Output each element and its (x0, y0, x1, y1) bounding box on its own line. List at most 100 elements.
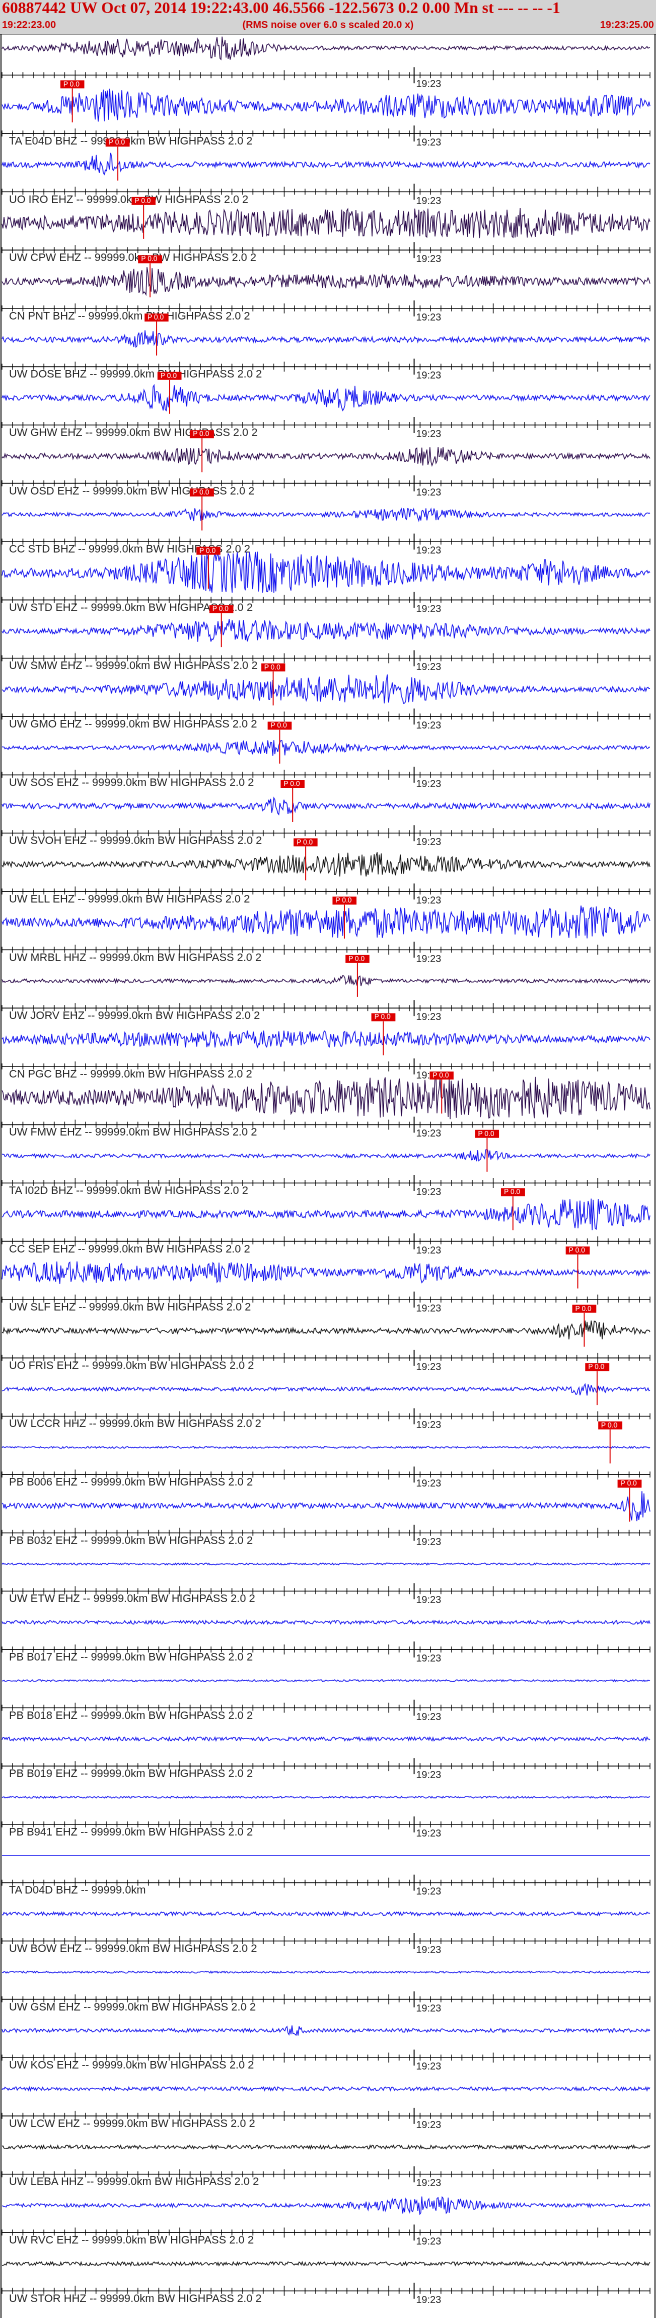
minute-label: 19:23 (416, 1828, 441, 1839)
pick-label: P 0.0 (109, 140, 125, 147)
waveform (1, 1562, 651, 1566)
minute-label: 19:23 (416, 1245, 441, 1256)
pick-label: P 0.0 (148, 315, 164, 322)
trace: 19:23 UW GMO EHZ -- 99999.0km BW HIGHPASS… (1, 663, 651, 732)
waveform (1, 330, 651, 348)
station-label: UW LCCR HHZ -- 99999.0km BW HIGHPASS 2.0… (9, 1418, 261, 1430)
waveform (1, 2085, 651, 2092)
trace: 19:23 PB B018 EHZ -- 99999.0km BW HIGHPAS… (1, 1678, 651, 1723)
station-label: PB B019 EHZ -- 99999.0km BW HIGHPASS 2.0… (9, 1768, 253, 1780)
minute-label: 19:23 (416, 895, 441, 906)
waveform (1, 905, 651, 939)
minute-label: 19:23 (416, 1129, 441, 1140)
trace: 19:23 UW MRBL HHZ -- 99999.0km BW HIGHPAS… (1, 896, 651, 965)
waveform (1, 1149, 651, 1162)
station-label: TA I02D BHZ -- 99999.0km BW HIGHPASS 2.0… (9, 1185, 248, 1197)
trace: 19:23 UW ETW EHZ -- 99999.0km BW HIGHPASS… (1, 1562, 651, 1606)
waveform (1, 267, 651, 297)
waveform (1, 1382, 651, 1396)
trace: 19:23 UW DOSE BHZ -- 99999.0km BW HIGHPAS… (1, 313, 651, 382)
trace: 19:23 UW JORV EHZ -- 99999.0km BW HIGHPAS… (1, 954, 651, 1023)
minute-label: 19:23 (416, 79, 441, 90)
waveform (1, 1619, 651, 1626)
waveform (1, 1735, 651, 1743)
station-label: UW LCW EHZ -- 99999.0km BW HIGHPASS 2.0 … (9, 2118, 255, 2130)
trace: 19:23 UW STOR HHZ -- 99999.0km BW HIGHPAS… (1, 2260, 651, 2306)
station-label: CN PGC BHZ -- 99999.0km BW HIGHPASS 2.0 … (9, 1068, 252, 1080)
station-label: UW FMW EHZ -- 99999.0km BW HIGHPASS 2.0 … (9, 1127, 257, 1139)
minute-label: 19:23 (416, 487, 441, 498)
minute-label: 19:23 (416, 1595, 441, 1606)
minute-label: 19:23 (416, 954, 441, 965)
minute-label: 19:23 (416, 1187, 441, 1198)
waveform (1, 1075, 651, 1120)
waveform (1, 1445, 651, 1449)
station-label: UW SVOH EHZ -- 99999.0km BW HIGHPASS 2.0… (9, 835, 262, 847)
station-label: CC SEP EHZ -- 99999.0km BW HIGHPASS 2.0 … (9, 1243, 250, 1255)
pick-label: P 0.0 (271, 723, 287, 730)
pick-label: P 0.0 (193, 431, 209, 438)
waveform (1, 507, 651, 523)
minute-label: 19:23 (416, 1420, 441, 1431)
trace: 19:23 PB B019 EHZ -- 99999.0km BW HIGHPAS… (1, 1735, 651, 1781)
minute-label: 19:23 (416, 1887, 441, 1898)
trace: 19:23 UW GHW EHZ -- 99999.0km BW HIGHPASS… (1, 371, 651, 440)
minute-label: 19:23 (416, 137, 441, 148)
waveform (1, 619, 651, 642)
minute-label: 19:23 (416, 2295, 441, 2306)
station-label: UW SOS EHZ -- 99999.0km BW HIGHPASS 2.0 … (9, 777, 254, 789)
minute-label: 19:23 (416, 1012, 441, 1023)
station-label: PB B017 EHZ -- 99999.0km BW HIGHPASS 2.0… (9, 1651, 253, 1663)
waveform (1, 36, 651, 61)
trace: 19:23 CN PGC BHZ -- 99999.0km BW HIGHPASS… (1, 1013, 651, 1081)
minute-label: 19:23 (416, 429, 441, 440)
trace: 19:23 UW SOS EHZ -- 99999.0km BW HIGHPASS… (1, 721, 651, 790)
minute-label: 19:23 (416, 2062, 441, 2073)
station-label: PB B006 EHZ -- 99999.0km BW HIGHPASS 2.0… (9, 1477, 253, 1489)
station-label: UW BOW EHZ -- 99999.0km BW HIGHPASS 2.0 … (9, 1943, 257, 1955)
waveform (1, 2144, 651, 2151)
trace: 19:23 (1, 36, 651, 90)
waveform (1, 1261, 651, 1284)
waveform (1, 447, 651, 467)
minute-label: 19:23 (416, 1712, 441, 1723)
trace: 19:23 UW SVOH EHZ -- 99999.0km BW HIGHPAS… (1, 780, 651, 848)
minute-label: 19:23 (416, 837, 441, 848)
waveform (1, 551, 651, 593)
seismogram-plot: 19:23 19:23 TA E04D BHZ -- 99999.0km BW HI… (0, 34, 656, 2318)
pick-label: P 0.0 (374, 1014, 390, 1021)
waveform (1, 2025, 651, 2036)
station-label: CN PNT BHZ -- 99999.0km BW HIGHPASS 2.0 … (9, 310, 250, 322)
station-label: TA D04D BHZ -- 99999.0km (9, 1885, 146, 1897)
trace: 19:23 TA D04D BHZ -- 99999.0km (1, 1855, 651, 1898)
trace: 19:23 UW ELL EHZ -- 99999.0km BW HIGHPASS… (1, 838, 651, 906)
waveform (1, 674, 651, 705)
minute-label: 19:23 (416, 2237, 441, 2248)
station-label: UW LEBA HHZ -- 99999.0km BW HIGHPASS 2.0… (9, 2176, 259, 2188)
pick-label: P 0.0 (504, 1189, 520, 1196)
pick-label: P 0.0 (478, 1131, 494, 1138)
trace: 19:23 UO FRIS EHZ -- 99999.0km BW HIGHPAS… (1, 1304, 651, 1373)
pick-label: P 0.0 (348, 956, 364, 963)
station-label: UW OSD EHZ -- 99999.0km BW HIGHPASS 2.0 … (9, 485, 255, 497)
minute-label: 19:23 (416, 1479, 441, 1490)
pick-label: P 0.0 (141, 256, 157, 263)
minute-label: 19:23 (416, 2178, 441, 2189)
trace: 19:23 PB B032 EHZ -- 99999.0km BW HIGHPAS… (1, 1479, 651, 1548)
minute-label: 19:23 (416, 721, 441, 732)
pick-label: P 0.0 (264, 664, 280, 671)
station-label: UW JORV EHZ -- 99999.0km BW HIGHPASS 2.0… (9, 1010, 260, 1022)
station-label: UO FRIS EHZ -- 99999.0km BW HIGHPASS 2.0… (9, 1360, 254, 1372)
station-label: PB B941 EHZ -- 99999.0km BW HIGHPASS 2.0… (9, 1826, 253, 1838)
waveform (1, 383, 651, 412)
trace: 19:23 UW LCCR HHZ -- 99999.0km BW HIGHPAS… (1, 1363, 651, 1431)
trace: 19:23 CN PNT BHZ -- 99999.0km BW HIGHPASS… (1, 255, 651, 323)
waveform (1, 1320, 651, 1340)
minute-label: 19:23 (416, 779, 441, 790)
station-label: UW STOR HHZ -- 99999.0km BW HIGHPASS 2.0… (9, 2293, 262, 2305)
minute-label: 19:23 (416, 254, 441, 265)
minute-label: 19:23 (416, 1945, 441, 1956)
minute-label: 19:23 (416, 1770, 441, 1781)
waveform (1, 88, 651, 122)
station-label: UW SMW EHZ -- 99999.0km BW HIGHPASS 2.0 … (9, 660, 258, 672)
